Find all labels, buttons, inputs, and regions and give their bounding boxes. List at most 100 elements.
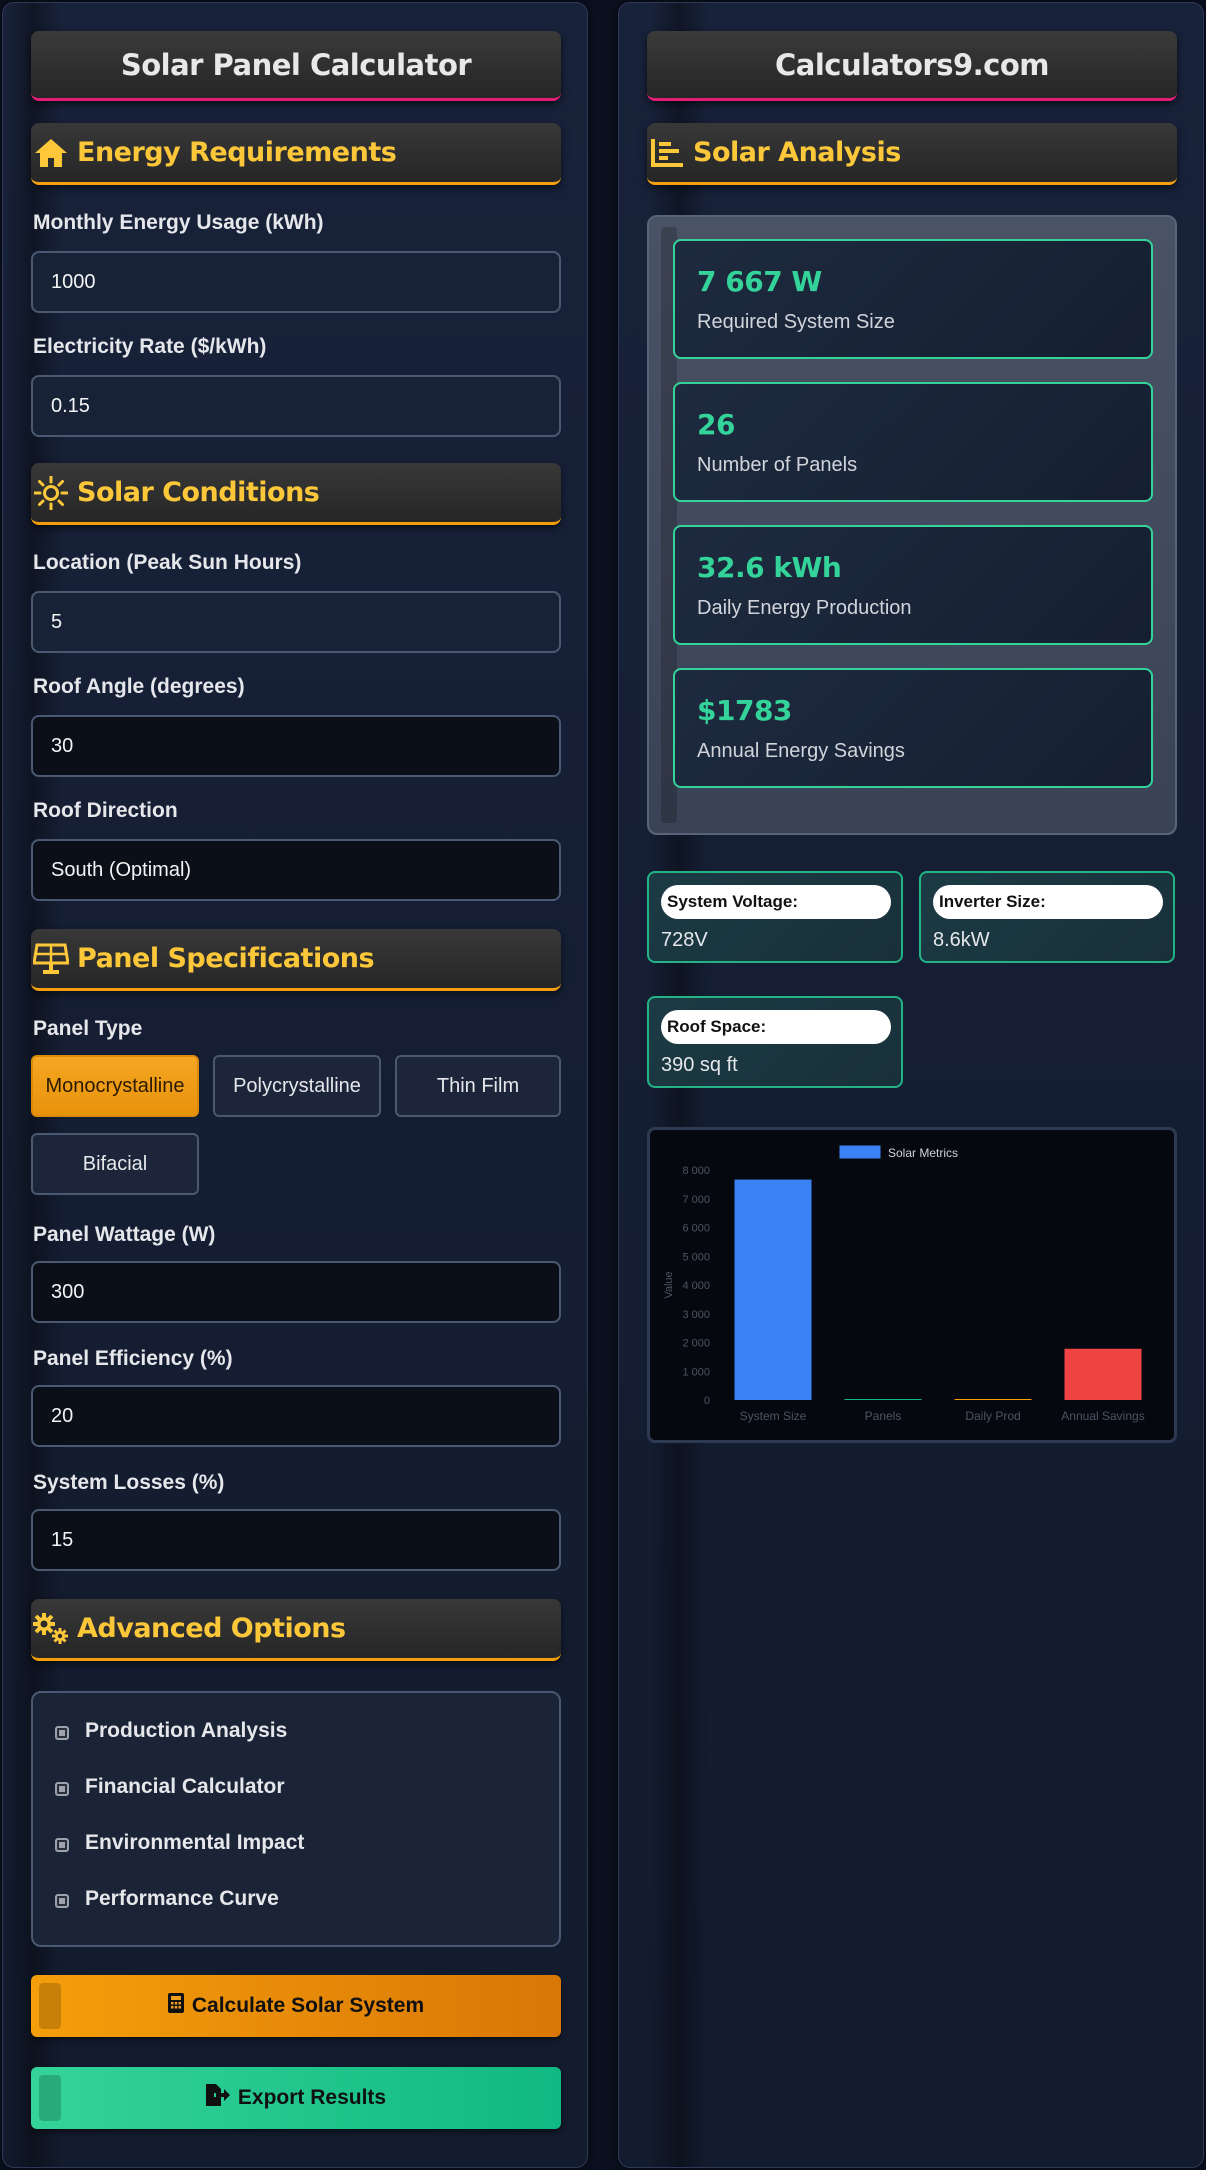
checkbox[interactable] <box>55 1838 69 1852</box>
calculate-label: Calculate Solar System <box>191 1994 425 2017</box>
site-title: Calculators9.com <box>647 31 1177 101</box>
result-caption: Annual Energy Savings <box>697 740 905 762</box>
roof-direction-select[interactable]: South (Optimal) <box>31 839 561 901</box>
panel-type-polycrystalline[interactable]: Polycrystalline <box>213 1055 381 1117</box>
result-value: 7 667 W <box>697 265 822 298</box>
option-label: Production Analysis <box>85 1719 288 1742</box>
monthly-usage-label: Monthly Energy Usage (kWh) <box>33 211 324 234</box>
info-value: 8.6kW <box>933 929 990 951</box>
roof-angle-label: Roof Angle (degrees) <box>33 675 245 698</box>
checkbox[interactable] <box>55 1894 69 1908</box>
chart-bar <box>844 1399 922 1400</box>
result-daily-production: 32.6 kWh Daily Energy Production <box>673 525 1153 645</box>
calculator-title: Solar Panel Calculator <box>31 31 561 101</box>
info-label: Inverter Size: <box>933 885 1163 919</box>
result-system-size: 7 667 W Required System Size <box>673 239 1153 359</box>
export-label: Export Results <box>237 2086 387 2109</box>
system-losses-label: System Losses (%) <box>33 1471 225 1494</box>
checkbox[interactable] <box>55 1782 69 1796</box>
option-label: Performance Curve <box>85 1887 279 1910</box>
panel-type-thin-film[interactable]: Thin Film <box>395 1055 561 1117</box>
home-icon <box>31 133 71 173</box>
chart-bar-icon <box>647 133 687 173</box>
advanced-options-list: Production Analysis Financial Calculator… <box>31 1691 561 1947</box>
panel-type-monocrystalline[interactable]: Monocrystalline <box>31 1055 199 1117</box>
x-tick-label: Daily Prod <box>965 1409 1020 1423</box>
y-tick-label: 8 000 <box>682 1165 710 1177</box>
info-value: 390 sq ft <box>661 1054 738 1076</box>
info-system-voltage: System Voltage: 728V <box>647 871 903 963</box>
result-value: 32.6 kWh <box>697 551 842 584</box>
section-solar-conditions: Solar Conditions <box>31 463 561 525</box>
panel-type-label: Panel Type <box>33 1017 143 1040</box>
info-inverter-size: Inverter Size: 8.6kW <box>919 871 1175 963</box>
result-value: 26 <box>697 408 735 441</box>
y-axis-label: Value <box>663 1271 675 1298</box>
panel-efficiency-label: Panel Efficiency (%) <box>33 1347 233 1370</box>
panel-wattage-label: Panel Wattage (W) <box>33 1223 216 1246</box>
option-label: Financial Calculator <box>85 1775 285 1798</box>
x-tick-label: Annual Savings <box>1061 1409 1144 1423</box>
y-tick-label: 2 000 <box>682 1338 710 1350</box>
y-tick-label: 3 000 <box>682 1309 710 1321</box>
y-tick-label: 7 000 <box>682 1194 710 1206</box>
sun-hours-label: Location (Peak Sun Hours) <box>33 551 302 574</box>
export-button[interactable]: Export Results <box>31 2067 561 2129</box>
panel-wattage-input[interactable]: 300 <box>31 1261 561 1323</box>
y-tick-label: 5 000 <box>682 1251 710 1263</box>
legend-label: Solar Metrics <box>888 1146 958 1160</box>
legend-swatch <box>839 1145 881 1159</box>
monthly-usage-input[interactable]: 1000 <box>31 251 561 313</box>
option-financial-calculator[interactable]: Financial Calculator <box>55 1775 285 1799</box>
section-panel-specifications: Panel Specifications <box>31 929 561 991</box>
calculator-icon <box>167 1993 192 2019</box>
section-title: Solar Analysis <box>693 137 901 168</box>
chart-bar <box>954 1399 1032 1400</box>
option-performance-curve[interactable]: Performance Curve <box>55 1887 279 1911</box>
calculator-panel: Solar Panel Calculator Energy Requiremen… <box>2 2 588 2168</box>
rate-label: Electricity Rate ($/kWh) <box>33 335 267 358</box>
section-title: Energy Requirements <box>77 137 397 168</box>
result-caption: Required System Size <box>697 311 895 333</box>
option-environmental-impact[interactable]: Environmental Impact <box>55 1831 304 1855</box>
x-tick-label: Panels <box>865 1409 902 1423</box>
calculate-button[interactable]: Calculate Solar System <box>31 1975 561 2037</box>
panel-efficiency-input[interactable]: 20 <box>31 1385 561 1447</box>
system-losses-input[interactable]: 15 <box>31 1509 561 1571</box>
option-production-analysis[interactable]: Production Analysis <box>55 1719 287 1743</box>
panel-type-bifacial[interactable]: Bifacial <box>31 1133 199 1195</box>
option-label: Environmental Impact <box>85 1831 305 1854</box>
chart-canvas: Solar Metrics 0 1 000 2 000 3 000 4 000 5 000 6… <box>663 1145 1145 1423</box>
info-value: 728V <box>661 929 708 951</box>
roof-angle-input[interactable]: 30 <box>31 715 561 777</box>
section-title: Solar Conditions <box>77 477 320 508</box>
section-advanced-options: Advanced Options <box>31 1599 561 1661</box>
info-label: System Voltage: <box>661 885 891 919</box>
rate-input[interactable]: 0.15 <box>31 375 561 437</box>
x-tick-label: System Size <box>740 1409 807 1423</box>
gears-icon <box>31 1609 71 1649</box>
y-tick-label: 4 000 <box>682 1280 710 1292</box>
button-accent <box>39 1983 61 2029</box>
result-number-of-panels: 26 Number of Panels <box>673 382 1153 502</box>
solar-metrics-chart: Solar Metrics 0 1 000 2 000 3 000 4 000 5 000 6… <box>647 1127 1177 1443</box>
file-export-icon <box>205 2084 238 2112</box>
y-tick-label: 1 000 <box>682 1366 710 1378</box>
info-roof-space: Roof Space: 390 sq ft <box>647 996 903 1088</box>
chart-bar <box>1064 1348 1142 1400</box>
chart-bar <box>734 1179 812 1400</box>
y-tick-label: 6 000 <box>682 1223 710 1235</box>
roof-direction-label: Roof Direction <box>33 799 178 822</box>
solar-panel-icon <box>31 939 71 979</box>
section-title: Advanced Options <box>77 1613 346 1644</box>
info-label: Roof Space: <box>661 1010 891 1044</box>
y-tick-label: 0 <box>704 1395 710 1407</box>
section-energy-requirements: Energy Requirements <box>31 123 561 185</box>
result-value: $1783 <box>697 694 792 727</box>
section-solar-analysis: Solar Analysis <box>647 123 1177 185</box>
sun-icon <box>31 473 71 513</box>
sun-hours-input[interactable]: 5 <box>31 591 561 653</box>
checkbox[interactable] <box>55 1726 69 1740</box>
results-container: 7 667 W Required System Size 26 Number o… <box>647 215 1177 835</box>
section-title: Panel Specifications <box>77 943 375 974</box>
